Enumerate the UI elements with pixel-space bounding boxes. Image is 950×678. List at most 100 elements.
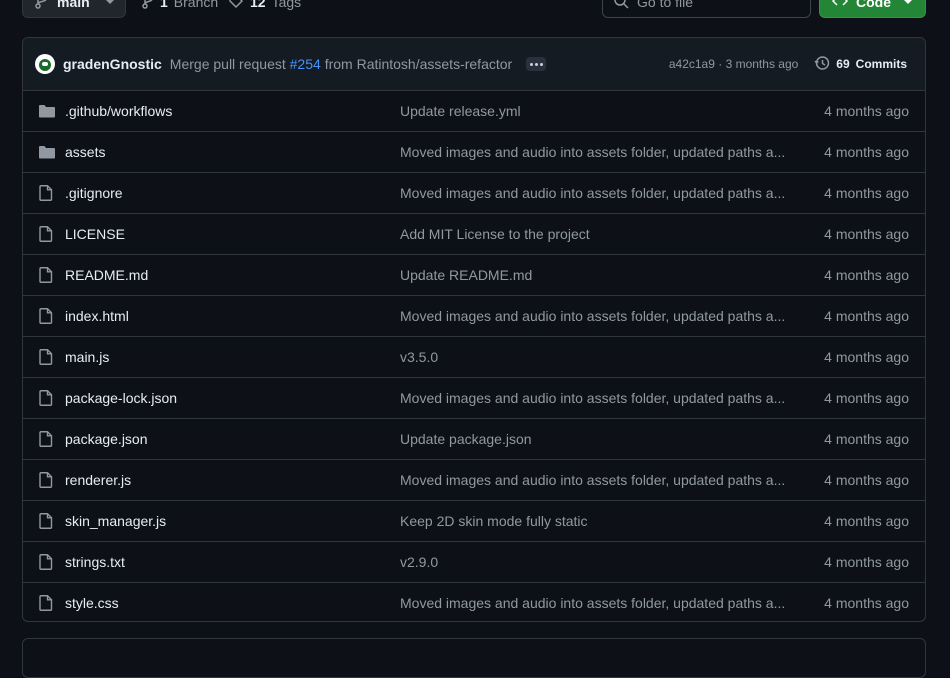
file-commit-time: 4 months ago <box>824 554 909 570</box>
branch-selector-button[interactable]: main <box>22 0 126 18</box>
tag-label: Tags <box>271 0 302 10</box>
commit-message[interactable]: Merge pull request #254 from Ratintosh/a… <box>170 56 512 72</box>
file-name-link[interactable]: README.md <box>65 267 148 283</box>
file-commit-message[interactable]: Keep 2D skin mode fully static <box>400 513 788 529</box>
commit-sha[interactable]: a42c1a9 · 3 months ago <box>669 57 798 71</box>
file-icon <box>39 226 55 242</box>
file-commit-message[interactable]: Moved images and audio into assets folde… <box>400 308 788 324</box>
file-row[interactable]: .github/workflows Update release.yml 4 mon… <box>23 91 925 131</box>
code-icon <box>831 0 849 12</box>
commit-count: 69 <box>836 57 850 71</box>
file-icon <box>39 554 55 570</box>
file-commit-time: 4 months ago <box>824 595 909 611</box>
file-row[interactable]: strings.txt v2.9.0 4 months ago <box>23 541 925 582</box>
file-commit-time: 4 months ago <box>824 390 909 406</box>
file-row[interactable]: main.js v3.5.0 4 months ago <box>23 336 925 377</box>
file-commit-time: 4 months ago <box>824 144 909 160</box>
commit-author[interactable]: gradenGnostic <box>63 56 162 72</box>
git-branch-icon <box>35 0 49 12</box>
file-commit-message[interactable]: Moved images and audio into assets folde… <box>400 390 788 406</box>
file-row[interactable]: index.html Moved images and audio into as… <box>23 295 925 336</box>
file-commit-time: 4 months ago <box>824 308 909 324</box>
branch-label: Branch <box>173 0 219 10</box>
file-row[interactable]: style.css Moved images and audio into ass… <box>23 582 925 621</box>
tags-link[interactable]: 12 Tags <box>228 0 301 18</box>
file-commit-time: 4 months ago <box>824 431 909 447</box>
file-commit-time: 4 months ago <box>824 472 909 488</box>
file-row[interactable]: .gitignore Moved images and audio into as… <box>23 172 925 213</box>
file-commit-message[interactable]: Moved images and audio into assets folde… <box>400 144 788 160</box>
file-commit-time: 4 months ago <box>824 513 909 529</box>
history-icon <box>814 55 830 74</box>
file-row[interactable]: README.md Update README.md 4 months ago <box>23 254 925 295</box>
pull-request-link[interactable]: #254 <box>290 56 321 72</box>
file-commit-message[interactable]: Moved images and audio into assets folde… <box>400 595 788 611</box>
commits-link[interactable]: 69 Commits <box>814 55 907 74</box>
commit-message-prefix: Merge pull request <box>169 56 286 72</box>
file-name-link[interactable]: .gitignore <box>65 185 123 201</box>
file-commit-message[interactable]: Moved images and audio into assets folde… <box>400 472 788 488</box>
tag-icon <box>228 0 244 12</box>
file-name-link[interactable]: package-lock.json <box>65 390 177 406</box>
file-icon <box>39 595 55 611</box>
commit-label: Commits <box>855 57 907 71</box>
file-commit-message[interactable]: v3.5.0 <box>400 349 788 365</box>
latest-commit-bar: gradenGnostic Merge pull request #254 fr… <box>23 38 925 91</box>
avatar[interactable] <box>35 54 55 74</box>
repo-toolbar: main 1 Branch 12 Tags Go to file Code <box>0 0 950 20</box>
file-commit-time: 4 months ago <box>824 267 909 283</box>
file-icon <box>39 185 55 201</box>
file-browser: gradenGnostic Merge pull request #254 fr… <box>22 37 926 622</box>
branches-link[interactable]: 1 Branch <box>142 0 218 18</box>
code-button-label: Code <box>856 0 891 10</box>
file-commit-time: 4 months ago <box>824 226 909 242</box>
file-icon <box>39 267 55 283</box>
file-name-link[interactable]: index.html <box>65 308 129 324</box>
file-commit-message[interactable]: Moved images and audio into assets folde… <box>400 185 788 201</box>
file-name-link[interactable]: renderer.js <box>65 472 131 488</box>
folder-icon <box>39 103 55 119</box>
tag-count: 12 <box>250 0 266 10</box>
file-icon <box>39 308 55 324</box>
commit-message-suffix: from Ratintosh/assets-refactor <box>324 56 513 72</box>
branch-name: main <box>57 0 90 10</box>
file-row[interactable]: assets Moved images and audio into assets… <box>23 131 925 172</box>
file-name-link[interactable]: main.js <box>65 349 109 365</box>
file-commit-message[interactable]: Update release.yml <box>400 103 788 119</box>
readme-box <box>22 638 926 678</box>
file-row[interactable]: skin_manager.js Keep 2D skin mode fully s… <box>23 500 925 541</box>
git-branch-icon <box>142 0 154 12</box>
go-to-file-placeholder: Go to file <box>637 0 694 10</box>
file-name-link[interactable]: .github/workflows <box>65 103 172 119</box>
folder-icon <box>39 144 55 160</box>
caret-down-icon <box>903 0 913 10</box>
file-icon <box>39 349 55 365</box>
file-icon <box>39 472 55 488</box>
file-icon <box>39 390 55 406</box>
file-name-link[interactable]: style.css <box>65 595 119 611</box>
file-row[interactable]: renderer.js Moved images and audio into a… <box>23 459 925 500</box>
file-row[interactable]: package.json Update package.json 4 months … <box>23 418 925 459</box>
file-commit-time: 4 months ago <box>824 349 909 365</box>
file-commit-message[interactable]: Add MIT License to the project <box>400 226 788 242</box>
file-icon <box>39 513 55 529</box>
file-name-link[interactable]: strings.txt <box>65 554 125 570</box>
file-commit-time: 4 months ago <box>824 185 909 201</box>
code-button[interactable]: Code <box>819 0 926 18</box>
file-commit-message[interactable]: Update package.json <box>400 431 788 447</box>
search-icon <box>613 0 629 12</box>
go-to-file-input[interactable]: Go to file <box>602 0 811 18</box>
file-name-link[interactable]: package.json <box>65 431 148 447</box>
file-name-link[interactable]: assets <box>65 144 105 160</box>
caret-down-icon <box>105 0 115 10</box>
file-commit-message[interactable]: v2.9.0 <box>400 554 788 570</box>
file-list: .github/workflows Update release.yml 4 mon… <box>23 91 925 621</box>
file-name-link[interactable]: skin_manager.js <box>65 513 166 529</box>
file-commit-time: 4 months ago <box>824 103 909 119</box>
file-commit-message[interactable]: Update README.md <box>400 267 788 283</box>
file-name-link[interactable]: LICENSE <box>65 226 125 242</box>
file-row[interactable]: LICENSE Add MIT License to the project 4 m… <box>23 213 925 254</box>
file-icon <box>39 431 55 447</box>
expand-commit-button[interactable] <box>526 57 547 71</box>
file-row[interactable]: package-lock.json Moved images and audio … <box>23 377 925 418</box>
